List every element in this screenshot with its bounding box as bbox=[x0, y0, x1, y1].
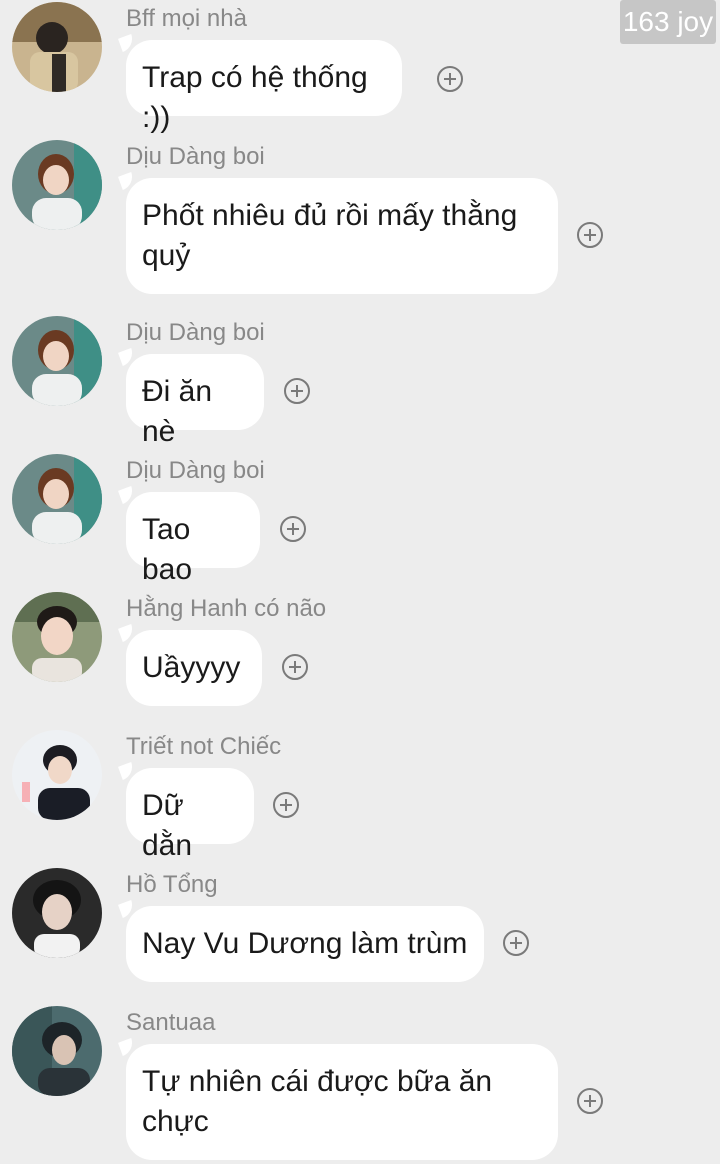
avatar[interactable] bbox=[12, 2, 102, 92]
plus-circle-icon[interactable] bbox=[284, 378, 310, 404]
plus-circle-icon[interactable] bbox=[577, 1088, 603, 1114]
sender-name: Bff mọi nhà bbox=[126, 5, 247, 32]
sender-name: Hằng Hanh có não bbox=[126, 595, 327, 622]
avatar[interactable] bbox=[12, 730, 102, 820]
message-bubble[interactable]: Dữ dằn bbox=[126, 768, 254, 862]
message-bubble[interactable]: Đi ăn nè bbox=[126, 354, 264, 448]
avatar[interactable] bbox=[12, 592, 102, 682]
plus-circle-icon[interactable] bbox=[437, 66, 463, 92]
message-bubble[interactable]: Trap có hệ thống :)) bbox=[126, 40, 402, 134]
avatar[interactable] bbox=[12, 1006, 102, 1096]
plus-circle-icon[interactable] bbox=[503, 930, 529, 956]
avatar[interactable] bbox=[12, 140, 102, 230]
plus-circle-icon[interactable] bbox=[577, 222, 603, 248]
message-bubble[interactable]: Tự nhiên cái được bữa ăn chực bbox=[126, 1044, 558, 1160]
plus-circle-icon[interactable] bbox=[282, 654, 308, 680]
message-text: Tao bao bbox=[142, 513, 193, 586]
message-text: Phốt nhiêu đủ rồi mấy thằng quỷ bbox=[142, 199, 518, 272]
message-bubble[interactable]: Uầyyyy bbox=[126, 630, 262, 706]
message-bubble[interactable]: Tao bao bbox=[126, 492, 260, 586]
sender-name: Hồ Tổng bbox=[126, 871, 218, 898]
sender-name: Triết not Chiếc bbox=[126, 733, 282, 760]
message-text: Uầyyyy bbox=[142, 651, 241, 684]
avatar[interactable] bbox=[12, 316, 102, 406]
plus-circle-icon[interactable] bbox=[273, 792, 299, 818]
message-text: Tự nhiên cái được bữa ăn chực bbox=[142, 1065, 493, 1138]
avatar[interactable] bbox=[12, 868, 102, 958]
sender-name: Dịu Dàng boi bbox=[126, 143, 265, 170]
sender-name: Dịu Dàng boi bbox=[126, 319, 265, 346]
message-bubble[interactable]: Phốt nhiêu đủ rồi mấy thằng quỷ bbox=[126, 178, 558, 294]
message-bubble[interactable]: Nay Vu Dương làm trùm bbox=[126, 906, 484, 982]
plus-circle-icon[interactable] bbox=[280, 516, 306, 542]
avatar[interactable] bbox=[12, 454, 102, 544]
watermark: 163 joy bbox=[620, 0, 716, 44]
message-text: Nay Vu Dương làm trùm bbox=[142, 927, 468, 960]
message-text: Đi ăn nè bbox=[142, 375, 213, 448]
sender-name: Dịu Dàng boi bbox=[126, 457, 265, 484]
sender-name: Santuaa bbox=[126, 1009, 216, 1036]
message-text: Trap có hệ thống :)) bbox=[142, 61, 368, 134]
message-text: Dữ dằn bbox=[142, 789, 193, 862]
